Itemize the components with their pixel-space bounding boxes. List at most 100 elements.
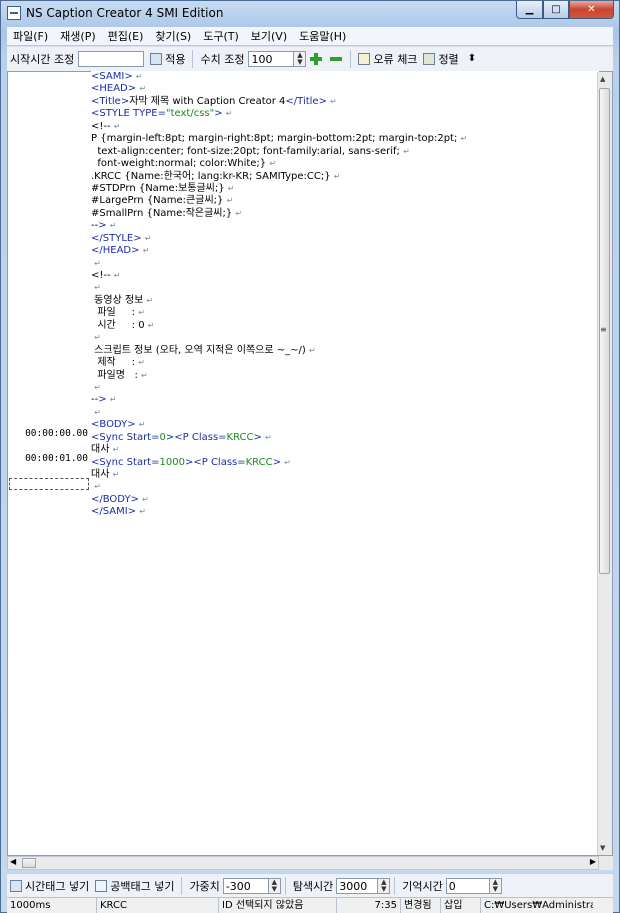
- start-time-label: 시작시간 조정: [10, 53, 75, 66]
- code-line[interactable]: <SAMI> ↵: [91, 71, 599, 83]
- memory-time-label: 기억시간: [402, 880, 443, 893]
- code-line[interactable]: </STYLE> ↵: [91, 233, 599, 245]
- code-line[interactable]: <HEAD> ↵: [91, 83, 599, 95]
- status-path: C:₩Users₩Administra: [484, 900, 593, 911]
- code-line[interactable]: #LargePrn {Name:큰글씨;} ↵: [91, 195, 599, 207]
- code-line[interactable]: --> ↵: [91, 220, 599, 232]
- insert-blank-tag-button[interactable]: 공백태그 넣기: [92, 878, 177, 894]
- status-bar: 1000ms KRCC ID 선택되지 않았음 7:35 변경됨 삽입 C:₩U…: [7, 897, 613, 913]
- code-line[interactable]: <!-- ↵: [91, 121, 599, 133]
- code-line[interactable]: font-weight:normal; color:White;} ↵: [91, 158, 599, 170]
- code-line[interactable]: #SmallPrn {Name:작은글씨;} ↵: [91, 208, 599, 220]
- search-time-spinner[interactable]: ▲ ▼: [378, 878, 391, 894]
- code-line[interactable]: ↵: [91, 282, 599, 294]
- code-line[interactable]: #STDPrn {Name:보통글씨;} ↵: [91, 183, 599, 195]
- code-line[interactable]: --> ↵: [91, 394, 599, 406]
- code-line[interactable]: ↵: [91, 407, 599, 419]
- code-line[interactable]: P {margin-left:8pt; margin-right:8pt; ma…: [91, 133, 599, 145]
- toolbar-separator: [350, 50, 352, 68]
- code-line[interactable]: <Sync Start=1000><P Class=KRCC> ↵: [91, 457, 599, 469]
- status-class: KRCC: [97, 898, 219, 913]
- weight-input[interactable]: [222, 878, 269, 894]
- memory-time-input[interactable]: [445, 878, 490, 894]
- status-cursor: 7:35: [337, 898, 401, 913]
- code-line[interactable]: .KRCC {Name:한국어; lang:kr-KR; SAMIType:CC…: [91, 171, 599, 183]
- scroll-left-icon[interactable]: ◀: [10, 857, 16, 866]
- horizontal-scrollbar[interactable]: ◀ ▶: [7, 856, 599, 870]
- apply-label: 적용: [165, 53, 186, 66]
- code-line[interactable]: 파일명 : ↵: [91, 370, 599, 382]
- code-line[interactable]: 시간 : 0 ↵: [91, 320, 599, 332]
- code-line[interactable]: 제작 : ↵: [91, 357, 599, 369]
- code-line[interactable]: ↵: [91, 382, 599, 394]
- time-gutter: 00:00:00.00 00:00:01.00: [8, 72, 90, 855]
- search-time-label: 탐색시간: [292, 880, 334, 893]
- toolbar-more-icon[interactable]: ⬍: [468, 54, 476, 64]
- title-bar: NS Caption Creator 4 SMI Edition ▁ □ ✕: [1, 1, 619, 25]
- code-line[interactable]: </BODY> ↵: [91, 494, 599, 506]
- vertical-scrollbar[interactable]: ▲ ≡ ▼: [597, 72, 612, 855]
- app-icon: [7, 6, 21, 20]
- code-line[interactable]: 대사 ↵: [91, 444, 599, 456]
- code-line[interactable]: <STYLE TYPE="text/css"> ↵: [91, 108, 599, 120]
- menu-find[interactable]: 찾기(S): [149, 28, 197, 44]
- apply-icon: [150, 53, 163, 65]
- horizontal-scroll-thumb[interactable]: [22, 858, 36, 868]
- sync-time-row[interactable]: 00:00:00.00: [8, 428, 90, 441]
- error-check-label: 오류 체크: [373, 53, 418, 66]
- bottom-separator: [284, 877, 286, 895]
- value-adjust-label: 수치 조정: [200, 53, 245, 66]
- code-line[interactable]: ↵: [91, 481, 599, 493]
- weight-spinner[interactable]: ▲ ▼: [268, 878, 281, 894]
- value-adjust-input[interactable]: [248, 51, 295, 67]
- scroll-up-icon[interactable]: ▲: [600, 75, 605, 83]
- status-modified: 변경됨: [401, 898, 441, 913]
- empty-sync-slot[interactable]: [9, 478, 89, 490]
- minimize-icon: ▁: [525, 4, 534, 15]
- sort-button[interactable]: 정렬: [420, 51, 461, 67]
- menu-edit[interactable]: 편집(E): [102, 28, 150, 44]
- insert-time-tag-button[interactable]: 시간태그 넣기: [7, 878, 92, 894]
- code-line[interactable]: 스크립트 정보 (오타, 오역 지적은 이쪽으로 ~_~/) ↵: [91, 345, 599, 357]
- bottom-toolbar: 시간태그 넣기 공백태그 넣기 가중치 ▲▼ 탐색시간 ▲▼ 기억시간 ▲▼: [7, 873, 613, 898]
- error-check-button[interactable]: 오류 체크: [355, 51, 420, 67]
- search-time-input[interactable]: [336, 878, 379, 894]
- insert-time-tag-label: 시간태그 넣기: [25, 880, 90, 893]
- plus-icon[interactable]: [310, 53, 323, 65]
- menu-bar: 파일(F) 재생(P) 편집(E) 찾기(S) 도구(T) 보기(V) 도움말(…: [7, 27, 613, 45]
- menu-tools[interactable]: 도구(T): [197, 28, 245, 44]
- code-line[interactable]: 동영상 정보 ↵: [91, 295, 599, 307]
- code-line[interactable]: 대사 ↵: [91, 469, 599, 481]
- menu-view[interactable]: 보기(V): [245, 28, 293, 44]
- scroll-right-icon[interactable]: ▶: [590, 857, 596, 866]
- start-time-input[interactable]: [78, 51, 145, 67]
- close-icon: ✕: [587, 4, 596, 15]
- code-line[interactable]: ↵: [91, 258, 599, 270]
- menu-play[interactable]: 재생(P): [54, 28, 101, 44]
- apply-button[interactable]: 적용: [147, 51, 188, 67]
- code-line[interactable]: text-align:center; font-size:20pt; font-…: [91, 146, 599, 158]
- maximize-button[interactable]: □: [543, 1, 569, 19]
- code-line[interactable]: <Sync Start=0><P Class=KRCC> ↵: [91, 432, 599, 444]
- scroll-down-icon[interactable]: ▼: [600, 844, 605, 852]
- minus-icon[interactable]: [330, 57, 343, 61]
- code-line[interactable]: <Title>자막 제목 with Caption Creator 4</Tit…: [91, 96, 599, 108]
- code-editor[interactable]: <SAMI> ↵ <HEAD> ↵ <Title>자막 제목 with Captio…: [91, 71, 599, 855]
- code-line[interactable]: <BODY> ↵: [91, 419, 599, 431]
- menu-file[interactable]: 파일(F): [7, 28, 54, 44]
- code-line[interactable]: </HEAD> ↵: [91, 245, 599, 257]
- sync-time-row[interactable]: 00:00:01.00: [8, 453, 90, 466]
- code-line[interactable]: 파일 : ↵: [91, 307, 599, 319]
- close-button[interactable]: ✕: [569, 1, 614, 19]
- code-line[interactable]: ↵: [91, 332, 599, 344]
- menu-help[interactable]: 도움말(H): [293, 28, 352, 44]
- toolbar: 시작시간 조정 적용 수치 조정 ▲▼ 오류 체크 정렬 ⬍: [7, 46, 613, 72]
- memory-time-spinner[interactable]: ▲ ▼: [489, 878, 502, 894]
- sort-icon: [423, 53, 436, 65]
- code-line[interactable]: <!-- ↵: [91, 270, 599, 282]
- minimize-button[interactable]: ▁: [516, 1, 543, 19]
- error-check-icon: [358, 53, 371, 65]
- status-interval: 1000ms: [7, 898, 97, 913]
- value-adjust-spinner[interactable]: ▲ ▼: [294, 51, 307, 67]
- code-line[interactable]: </SAMI> ↵: [91, 506, 599, 518]
